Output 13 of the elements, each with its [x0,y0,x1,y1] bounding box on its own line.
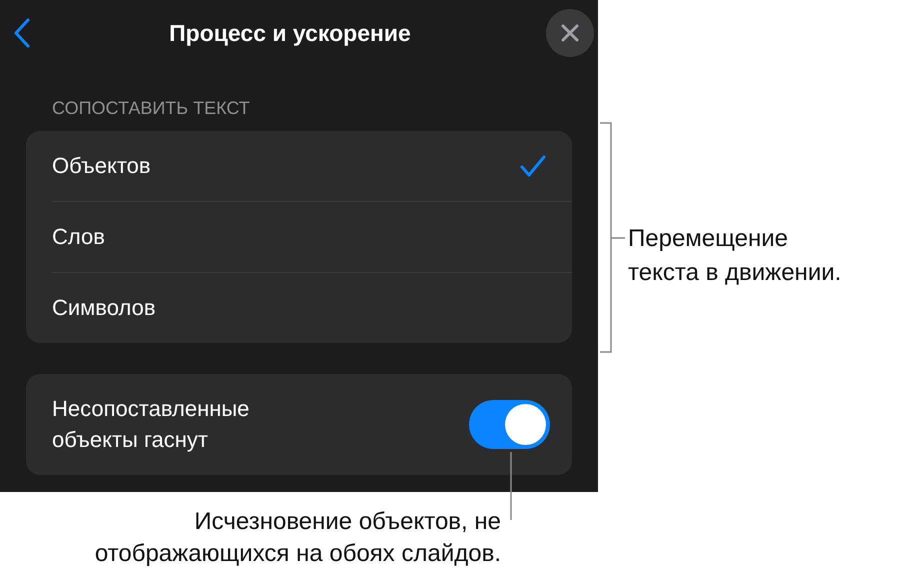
callout-text: Перемещение текста в движении. [628,224,842,288]
section-label: СОПОСТАВИТЬ ТЕКСТ [52,98,250,119]
close-icon [560,24,579,42]
toggle-label: Несопоставленные объекты гаснут [52,394,250,454]
toggle-switch[interactable] [469,400,550,449]
panel-title: Процесс и ускорение [169,20,411,46]
option-row[interactable]: Объектов [26,131,572,201]
leader-line [510,452,512,520]
close-button[interactable] [546,9,594,57]
callout-text: Исчезновение объектов, не отображающихся на обоях слайдов. [94,507,501,569]
option-row[interactable]: Символов [26,273,572,343]
option-row[interactable]: Слов [26,202,572,272]
chevron-left-icon [14,18,30,48]
